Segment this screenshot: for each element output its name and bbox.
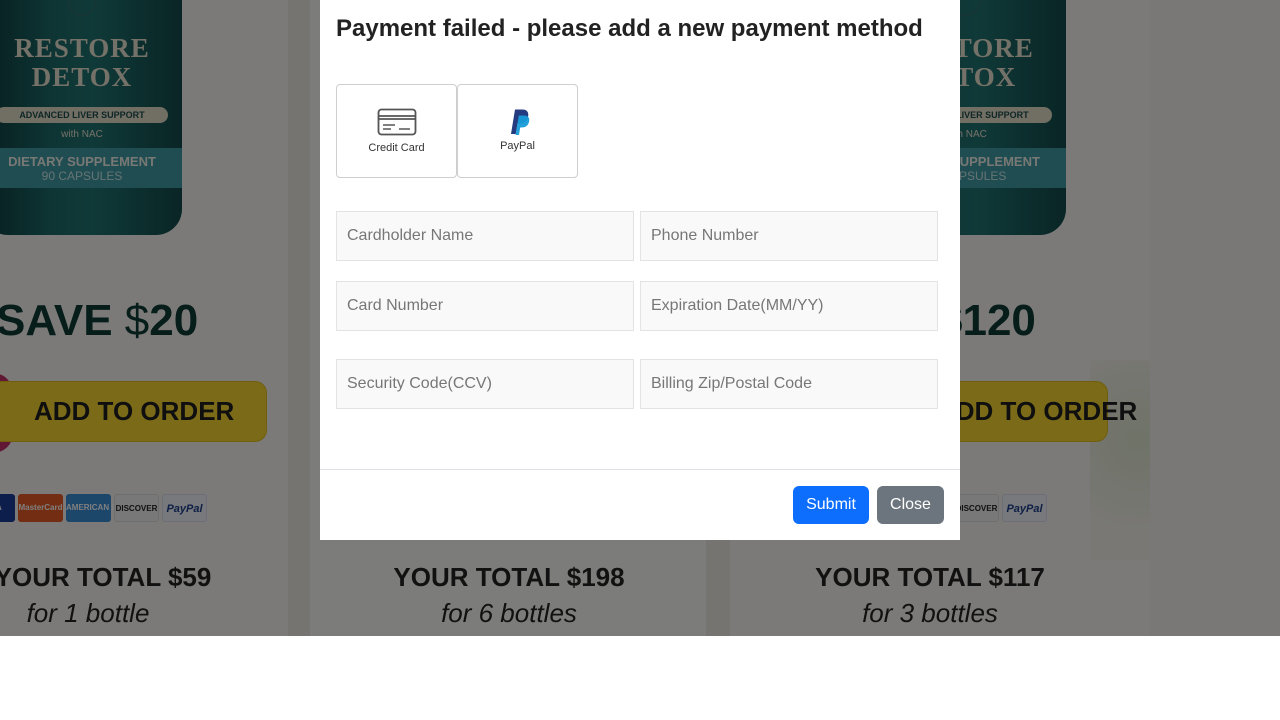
- payment-modal: Payment failed - please add a new paymen…: [320, 0, 960, 540]
- payment-method-credit-card[interactable]: Credit Card: [336, 84, 457, 178]
- security-code-input[interactable]: [336, 359, 634, 409]
- credit-card-icon: [377, 108, 417, 136]
- close-button[interactable]: Close: [877, 486, 944, 524]
- cardholder-name-input[interactable]: [336, 211, 634, 261]
- payment-method-label: PayPal: [500, 140, 535, 152]
- payment-method-label: Credit Card: [368, 142, 425, 154]
- phone-number-input[interactable]: [640, 211, 938, 261]
- expiration-date-input[interactable]: [640, 281, 938, 331]
- card-number-input[interactable]: [336, 281, 634, 331]
- submit-button[interactable]: Submit: [793, 486, 869, 524]
- modal-title: Payment failed - please add a new paymen…: [336, 15, 923, 42]
- billing-zip-input[interactable]: [640, 359, 938, 409]
- payment-method-paypal[interactable]: PayPal: [457, 84, 578, 178]
- modal-footer-divider: [320, 469, 960, 470]
- paypal-icon: [511, 109, 530, 135]
